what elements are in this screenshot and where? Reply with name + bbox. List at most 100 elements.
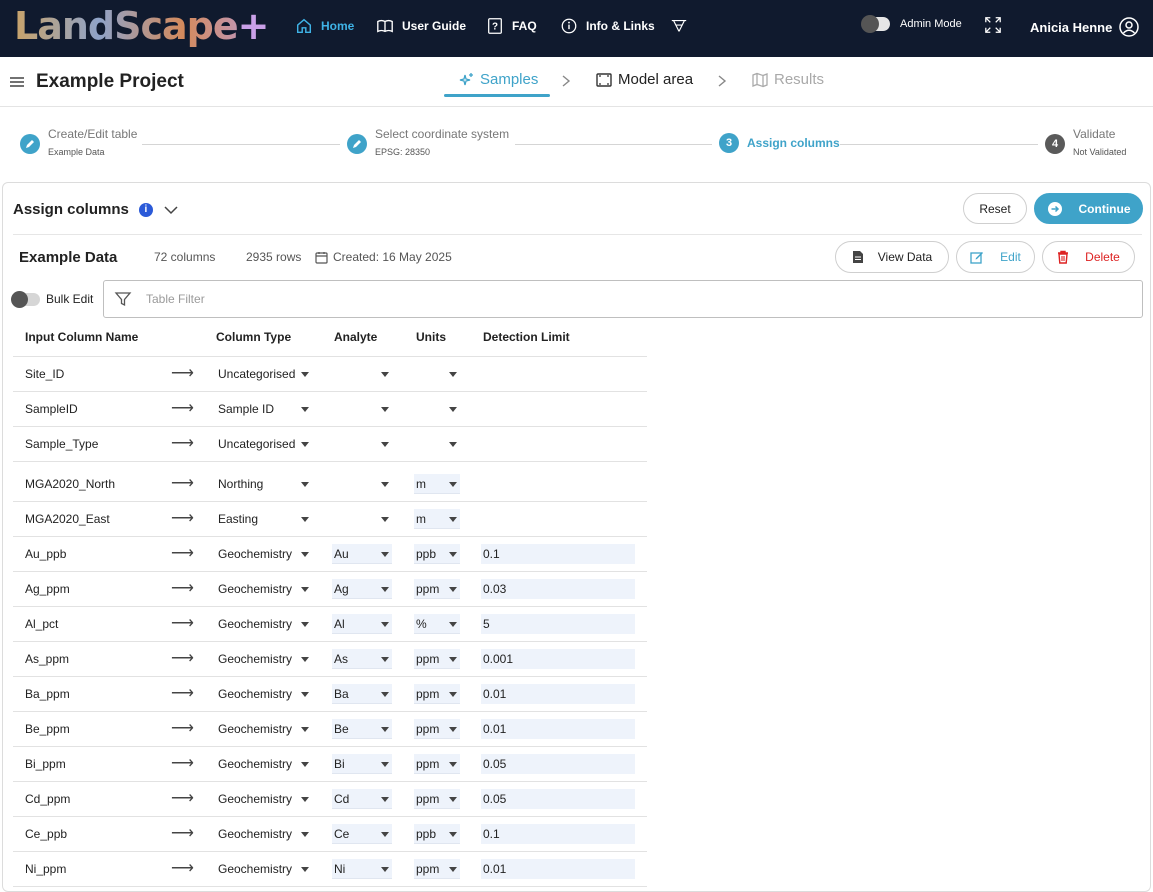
analyte-select[interactable]: Ni: [332, 859, 392, 879]
header-detection-limit: Detection Limit: [483, 330, 570, 344]
nav-xt[interactable]: [670, 17, 688, 35]
analyte-select[interactable]: [332, 434, 392, 454]
analyte-select[interactable]: [332, 474, 392, 494]
tab-model-area[interactable]: Model area: [596, 71, 693, 88]
column-type-select[interactable]: Geochemistry: [216, 579, 312, 599]
table-filter[interactable]: [103, 280, 1143, 318]
units-select[interactable]: [414, 399, 460, 419]
continue-button[interactable]: Continue: [1034, 193, 1143, 224]
units-select[interactable]: m: [414, 509, 460, 529]
caret-down-icon: [301, 727, 309, 732]
detection-limit-input[interactable]: 0.03: [481, 579, 635, 599]
user-menu[interactable]: Anicia Henne: [1030, 16, 1140, 38]
detection-limit-input[interactable]: 0.001: [481, 649, 635, 669]
column-type-select[interactable]: Geochemistry: [216, 754, 312, 774]
units-select[interactable]: ppm: [414, 649, 460, 669]
caret-down-icon: [449, 622, 457, 627]
admin-mode-toggle[interactable]: Admin Mode: [861, 15, 962, 33]
analyte-select[interactable]: Au: [332, 544, 392, 564]
units-select[interactable]: ppm: [414, 579, 460, 599]
step-number-badge: 3: [719, 133, 739, 153]
units-select[interactable]: ppm: [414, 859, 460, 879]
units-select[interactable]: ppb: [414, 824, 460, 844]
units-select[interactable]: ppm: [414, 719, 460, 739]
units-select[interactable]: %: [414, 614, 460, 634]
column-type-select[interactable]: Geochemistry: [216, 544, 312, 564]
fullscreen-icon[interactable]: [984, 16, 1002, 34]
input-column-name: Bi_ppm: [25, 757, 66, 771]
analyte-select[interactable]: [332, 509, 392, 529]
analyte-select[interactable]: As: [332, 649, 392, 669]
caret-down-icon: [449, 587, 457, 592]
delete-button[interactable]: Delete: [1042, 241, 1135, 273]
analyte-select[interactable]: Ce: [332, 824, 392, 844]
toggle-switch[interactable]: [861, 15, 890, 33]
tab-results[interactable]: Results: [752, 71, 824, 88]
panel-title: Assign columns: [13, 201, 129, 218]
detection-limit-input[interactable]: 0.1: [481, 544, 635, 564]
menu-icon[interactable]: [10, 77, 24, 87]
analyte-select[interactable]: Bi: [332, 754, 392, 774]
nav-info-links[interactable]: Info & Links: [560, 17, 655, 35]
analyte-select[interactable]: Ag: [332, 579, 392, 599]
input-column-name: Ce_ppb: [25, 827, 68, 841]
analyte-select[interactable]: Ba: [332, 684, 392, 704]
detection-limit-input[interactable]: 0.05: [481, 789, 635, 809]
detection-limit-input[interactable]: 0.05: [481, 754, 635, 774]
analyte-select[interactable]: Al: [332, 614, 392, 634]
tab-samples[interactable]: Samples: [458, 71, 538, 88]
table-filter-input[interactable]: [146, 292, 746, 306]
analyte-select[interactable]: Cd: [332, 789, 392, 809]
book-icon: [377, 19, 393, 33]
column-type-select[interactable]: Sample ID: [216, 399, 312, 419]
units-select[interactable]: [414, 364, 460, 384]
column-type-select[interactable]: Uncategorised: [216, 434, 312, 454]
trash-icon: [1058, 250, 1069, 264]
analyte-select[interactable]: Be: [332, 719, 392, 739]
xt-icon: [671, 20, 687, 32]
detection-limit-input[interactable]: 0.01: [481, 859, 635, 879]
app-logo[interactable]: LandScape+: [14, 4, 270, 48]
step-create-edit-table[interactable]: Create/Edit table Example Data: [20, 127, 137, 157]
nav-home[interactable]: Home: [295, 17, 354, 35]
units-select[interactable]: m: [414, 474, 460, 494]
column-type-select[interactable]: Uncategorised: [216, 364, 312, 384]
caret-down-icon: [381, 762, 389, 767]
nav-faq[interactable]: ? FAQ: [486, 17, 537, 35]
input-column-name: SampleID: [25, 402, 78, 416]
analyte-select[interactable]: [332, 399, 392, 419]
header-units: Units: [416, 330, 446, 344]
caret-down-icon: [301, 867, 309, 872]
reset-button[interactable]: Reset: [963, 193, 1027, 224]
caret-down-icon: [301, 442, 309, 447]
detection-limit-input[interactable]: 0.01: [481, 719, 635, 739]
column-type-select[interactable]: Easting: [216, 509, 312, 529]
units-select[interactable]: ppm: [414, 789, 460, 809]
units-select[interactable]: [414, 434, 460, 454]
units-select[interactable]: ppb: [414, 544, 460, 564]
step-assign-columns[interactable]: 3 Assign columns: [719, 133, 840, 153]
detection-limit-input[interactable]: 5: [481, 614, 635, 634]
toggle-switch[interactable]: [11, 290, 40, 308]
bulk-edit-toggle[interactable]: Bulk Edit: [11, 290, 93, 308]
column-type-select[interactable]: Geochemistry: [216, 824, 312, 844]
units-select[interactable]: ppm: [414, 754, 460, 774]
units-select[interactable]: ppm: [414, 684, 460, 704]
info-icon[interactable]: i: [138, 202, 153, 217]
column-type-select[interactable]: Northing: [216, 474, 312, 494]
step-select-coordinate-system[interactable]: Select coordinate system EPSG: 28350: [347, 127, 509, 157]
column-type-select[interactable]: Geochemistry: [216, 614, 312, 634]
column-type-select[interactable]: Geochemistry: [216, 649, 312, 669]
detection-limit-input[interactable]: 0.01: [481, 684, 635, 704]
column-type-select[interactable]: Geochemistry: [216, 684, 312, 704]
edit-button[interactable]: Edit: [956, 241, 1035, 273]
analyte-select[interactable]: [332, 364, 392, 384]
column-type-select[interactable]: Geochemistry: [216, 719, 312, 739]
chevron-down-icon[interactable]: [163, 205, 179, 215]
detection-limit-input[interactable]: 0.1: [481, 824, 635, 844]
nav-user-guide[interactable]: User Guide: [376, 17, 466, 35]
column-type-select[interactable]: Geochemistry: [216, 859, 312, 879]
step-validate[interactable]: 4 Validate Not Validated: [1045, 127, 1126, 157]
view-data-button[interactable]: View Data: [835, 241, 949, 273]
column-type-select[interactable]: Geochemistry: [216, 789, 312, 809]
